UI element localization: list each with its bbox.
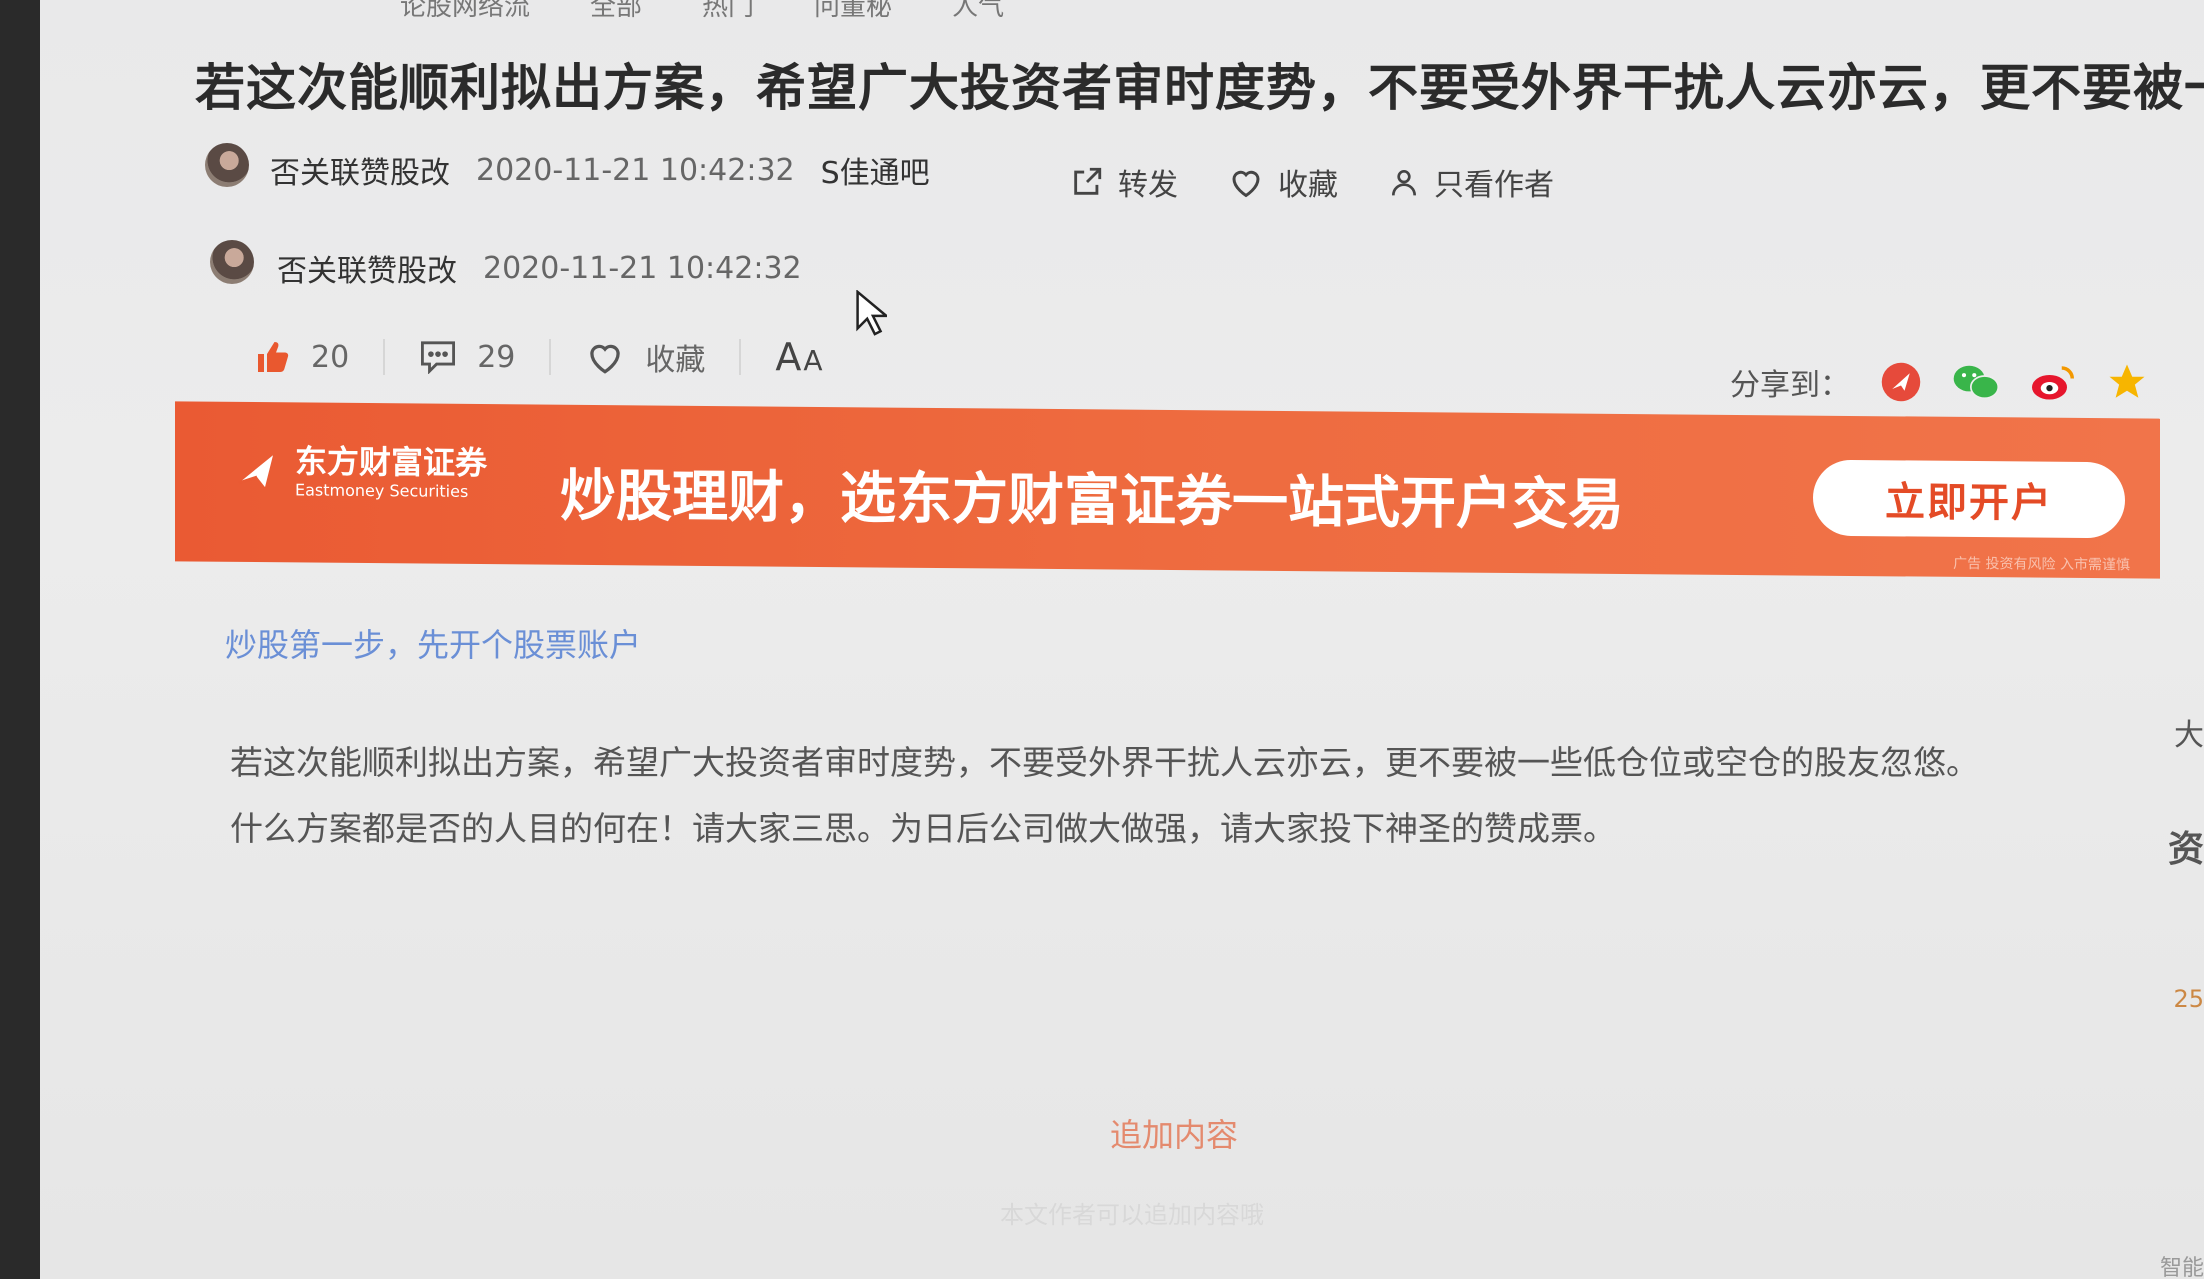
eastmoney-share-icon[interactable]: [1880, 361, 1922, 403]
top-nav: 论股网络流 全部 热门 问董秘 人气: [400, 0, 1004, 23]
open-account-button[interactable]: 立即开户: [1813, 459, 2125, 539]
sidebar-fragment: 资: [2167, 829, 2204, 870]
content-line: 什么方案都是否的人目的何在！请大家三思。为日后公司做大做强，请大家投下神圣的赞成…: [230, 809, 1616, 848]
author-only-button[interactable]: 只看作者: [1388, 160, 1554, 204]
comment-icon: [421, 341, 456, 374]
comment-count: 29: [477, 339, 516, 375]
sidebar-fragment: 智能: [2159, 1256, 2204, 1279]
heart-icon: [590, 344, 621, 374]
post-title: 若这次能顺利拟出方案，希望广大投资者审时度势，不要受外界干扰人云亦云，更不要被一: [195, 59, 2204, 117]
reply-time: 2020-11-21 10:42:32: [483, 250, 802, 286]
forward-label: 转发: [1118, 168, 1178, 203]
post-actions: 转发 收藏 只看作者: [1070, 160, 1554, 204]
author-name[interactable]: 否关联赞股改: [270, 148, 450, 192]
mouse-cursor-icon: [856, 290, 887, 336]
nav-item[interactable]: 热门: [702, 0, 754, 23]
forward-icon: [1074, 167, 1102, 195]
author-only-label: 只看作者: [1434, 168, 1554, 203]
divider: [549, 339, 552, 375]
share-bar: 分享到：: [1730, 360, 2148, 404]
avatar[interactable]: [210, 240, 254, 284]
ad-banner[interactable]: 东方财富证券 Eastmoney Securities 炒股理财，选东方财富证券…: [175, 401, 2160, 579]
ad-tag: 广告 投资有风险 入市需谨慎: [1953, 555, 2130, 574]
wechat-icon[interactable]: [1952, 361, 2000, 403]
user-icon: [1392, 170, 1416, 196]
font-size-toggle[interactable]: AA: [775, 335, 824, 379]
append-note: 本文作者可以追加内容哦: [1000, 1201, 1264, 1229]
sidebar-fragment: 25: [2173, 985, 2204, 1013]
nav-item[interactable]: 人气: [952, 0, 1004, 23]
logo-cn: 东方财富证券: [295, 442, 488, 483]
divider: [739, 339, 742, 375]
forward-button[interactable]: 转发: [1070, 160, 1178, 204]
content-line: 若这次能顺利拟出方案，希望广大投资者审时度势，不要受外界干扰人云亦云，更不要被一…: [230, 743, 1979, 782]
append-content-button[interactable]: 追加内容: [1110, 1110, 1238, 1156]
nav-item[interactable]: 全部: [590, 0, 642, 23]
sidebar-fragment: 大: [2174, 718, 2204, 753]
browser-screen: 论股网络流 全部 热门 问董秘 人气 若这次能顺利拟出方案，希望广大投资者审时度…: [40, 0, 2204, 1279]
font-size-big: A: [775, 335, 804, 379]
nav-item[interactable]: 问董秘: [814, 0, 892, 23]
nav-item[interactable]: 论股网络流: [400, 0, 530, 23]
post-time: 2020-11-21 10:42:32: [476, 152, 795, 188]
open-account-link[interactable]: 炒股第一步，先开个股票账户: [225, 620, 641, 666]
post-content: 若这次能顺利拟出方案，希望广大投资者审时度势，不要受外界干扰人云亦云，更不要被一…: [230, 730, 2130, 862]
avatar[interactable]: [205, 143, 249, 187]
share-label: 分享到：: [1730, 368, 1850, 403]
star-icon[interactable]: [2106, 361, 2148, 403]
post-stats: 20 29 收藏 AA: [255, 335, 825, 379]
reply-meta: 否关联赞股改 2020-11-21 10:42:32: [277, 246, 828, 290]
heart-icon: [1232, 170, 1260, 198]
collect-label: 收藏: [1278, 168, 1338, 203]
collect-button[interactable]: 收藏: [585, 335, 705, 379]
divider: [383, 339, 386, 375]
collect-label: 收藏: [645, 343, 706, 378]
font-size-small: A: [803, 344, 825, 377]
thumbs-up-icon: [258, 342, 289, 372]
comment-button[interactable]: 29: [419, 340, 515, 375]
post-meta: 否关联赞股改 2020-11-21 10:42:32 S佳通吧: [270, 148, 930, 192]
reply-author-name[interactable]: 否关联赞股改: [277, 246, 457, 290]
bar-name[interactable]: S佳通吧: [821, 148, 930, 192]
eastmoney-logo: 东方财富证券 Eastmoney Securities: [233, 442, 487, 502]
weibo-icon[interactable]: [2030, 361, 2076, 403]
collect-button[interactable]: 收藏: [1228, 160, 1338, 204]
eastmoney-logo-icon: [238, 455, 273, 488]
like-button[interactable]: 20: [255, 339, 349, 375]
like-count: 20: [311, 339, 350, 375]
logo-en: Eastmoney Securities: [295, 480, 469, 501]
banner-slogan: 炒股理财，选东方财富证券一站式开户交易: [560, 463, 1624, 538]
